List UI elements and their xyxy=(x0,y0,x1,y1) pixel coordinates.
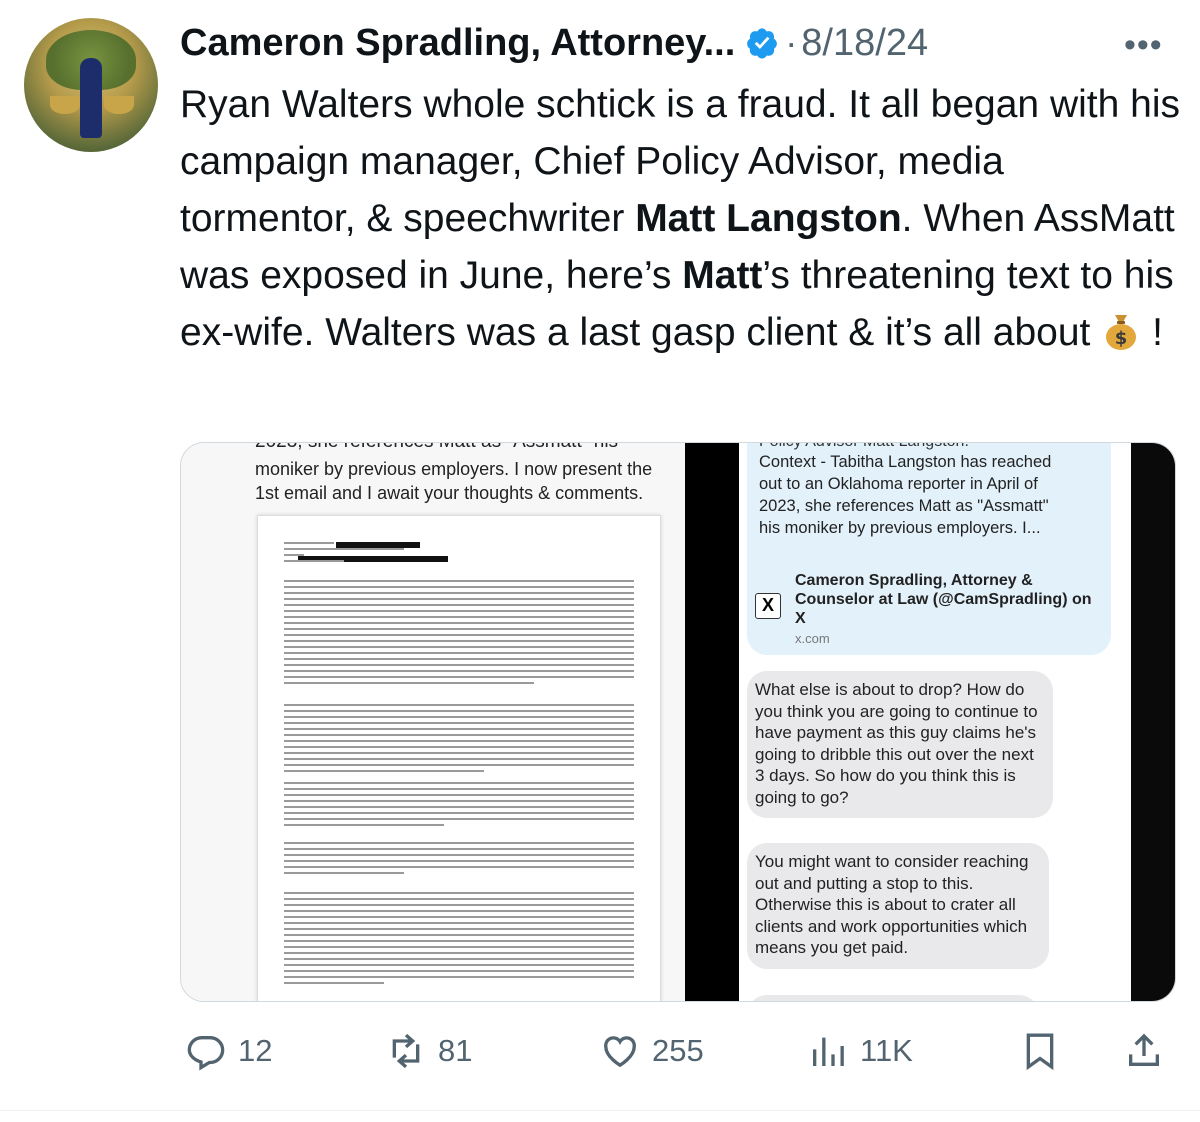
views-button[interactable]: 11K xyxy=(808,1026,913,1076)
avatar-scale-left xyxy=(50,96,80,114)
more-icon[interactable]: ••• xyxy=(1124,26,1163,65)
left-intro-text: moniker by previous employers. I now pre… xyxy=(255,459,653,503)
verified-badge-icon xyxy=(747,28,778,59)
like-button[interactable]: 255 xyxy=(600,1026,704,1076)
context-cut-line: Policy Advisor Matt Langston. xyxy=(759,443,969,451)
tweet-text-bold: Matt xyxy=(682,254,763,297)
message-bubble: What else is about to drop? How do you t… xyxy=(747,671,1053,818)
author-name[interactable]: Cameron Spradling, Attorney... xyxy=(180,22,735,65)
bookmark-icon xyxy=(1026,1033,1054,1071)
views-icon xyxy=(813,1037,844,1066)
link-card-domain: x.com xyxy=(795,631,830,646)
message-bubble-partial xyxy=(747,995,1039,1001)
reply-button[interactable]: 12 xyxy=(186,1026,272,1076)
repost-count: 81 xyxy=(438,1033,473,1068)
media-dark-edge xyxy=(1131,443,1175,1001)
header-separator: · xyxy=(785,22,798,63)
tweet-text: Ryan Walters whole schtick is a fraud. I… xyxy=(180,76,1180,361)
bottom-divider xyxy=(0,1110,1200,1111)
context-text: Context - Tabitha Langston has reached o… xyxy=(759,453,1052,537)
svg-text:$: $ xyxy=(1115,328,1128,349)
tweet-text-part: ! xyxy=(1141,311,1163,354)
email-header-lines xyxy=(284,542,404,566)
share-icon xyxy=(1129,1033,1159,1066)
message-text: You might want to consider reaching out … xyxy=(755,852,1029,957)
reply-count: 12 xyxy=(238,1033,273,1068)
repost-icon xyxy=(392,1033,420,1069)
author-avatar[interactable] xyxy=(24,18,158,152)
tweet-media[interactable]: 2023, she references Matt as "Assmatt" h… xyxy=(180,442,1176,1002)
avatar-figure-art xyxy=(80,58,102,138)
share-button[interactable] xyxy=(1124,1026,1164,1076)
email-paragraph xyxy=(284,704,634,776)
email-paragraph xyxy=(284,842,634,878)
media-divider xyxy=(685,443,739,1001)
email-document-image xyxy=(257,515,661,1001)
link-card-title: Cameron Spradling, Attorney & Counselor … xyxy=(795,572,1092,627)
bookmark-button[interactable] xyxy=(1020,1026,1060,1076)
email-paragraph xyxy=(284,892,634,988)
media-left-screenshot[interactable]: 2023, she references Matt as "Assmatt" h… xyxy=(181,443,685,1001)
tweet-text-bold: Matt Langston xyxy=(635,197,902,240)
tweet-header: Cameron Spradling, Attorney... · 8/18/24 xyxy=(180,18,928,68)
action-bar: 12 81 255 11K xyxy=(0,1026,1200,1076)
money-bag-emoji: $ xyxy=(1106,315,1137,350)
repost-button[interactable]: 81 xyxy=(386,1026,472,1076)
like-icon xyxy=(604,1036,636,1068)
x-logo-icon: X xyxy=(755,593,781,619)
like-count: 255 xyxy=(652,1033,704,1068)
message-bubble: You might want to consider reaching out … xyxy=(747,843,1049,969)
email-paragraph xyxy=(284,782,634,830)
tweet-date[interactable]: 8/18/24 xyxy=(801,22,928,65)
views-count: 11K xyxy=(860,1033,913,1068)
avatar-scale-right xyxy=(104,96,134,114)
email-paragraph xyxy=(284,580,634,688)
message-text: What else is about to drop? How do you t… xyxy=(755,680,1038,807)
left-cut-line: 2023, she references Matt as "Assmatt" h… xyxy=(255,443,618,453)
reply-icon xyxy=(187,1036,225,1071)
